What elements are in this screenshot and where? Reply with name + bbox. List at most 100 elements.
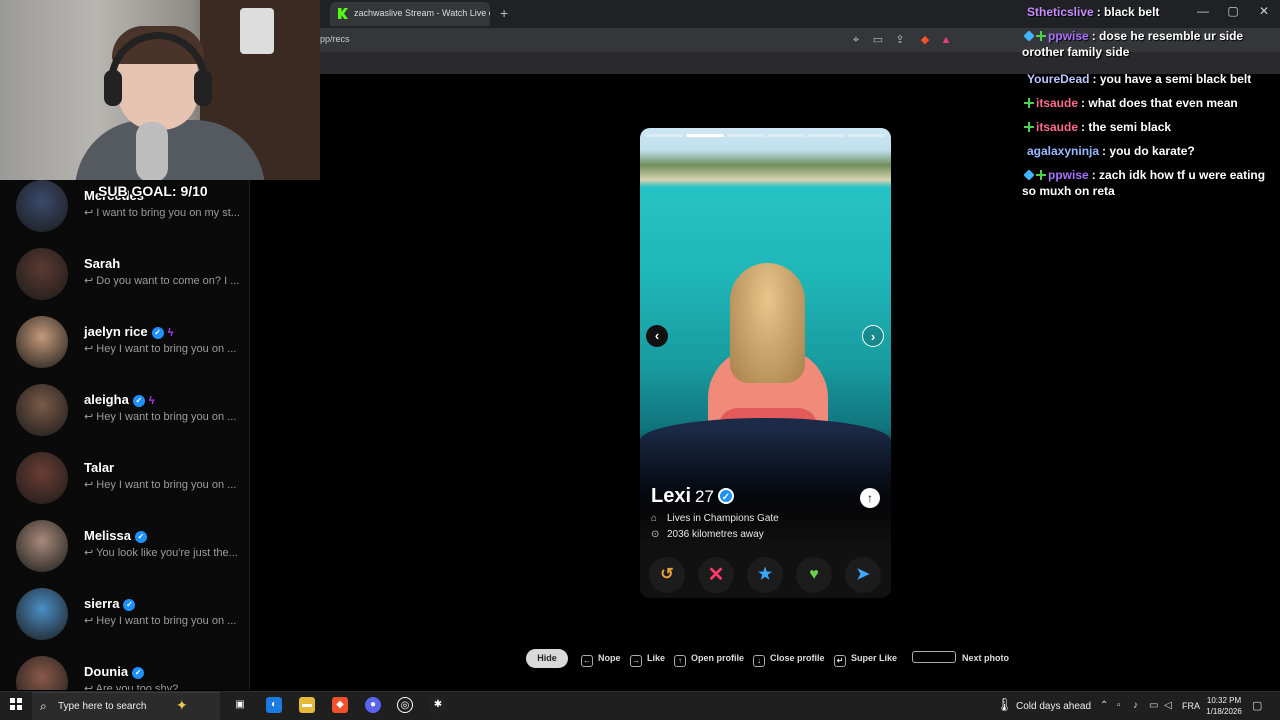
brave-shield-icon[interactable]: ◆ — [918, 33, 932, 47]
network-icon[interactable]: ▭ — [1149, 700, 1158, 711]
webcam-bottle — [240, 8, 274, 54]
rewind-button[interactable]: ↺ — [649, 557, 685, 593]
boost-button[interactable]: ➤ — [845, 557, 881, 593]
task-view-icon[interactable]: ▣ — [232, 697, 248, 713]
weather-text[interactable]: Cold days ahead — [1016, 701, 1091, 712]
microphone-tray-icon[interactable]: ♪ — [1133, 700, 1138, 711]
match-name: jaelyn rice ✓ ϟ — [84, 324, 173, 339]
match-last-message: ↩ Do you want to come on? I ... — [84, 274, 244, 287]
avatar[interactable] — [16, 316, 68, 368]
match-name: Dounia ✓ — [84, 664, 145, 679]
chat-message: ppwise: zach idk how tf u were eating so… — [1022, 167, 1280, 199]
chat-message: Stheticslive: black belt — [1022, 4, 1280, 20]
location-icon[interactable]: ⌖ — [849, 33, 863, 47]
space-key-icon — [912, 651, 956, 663]
match-name: Sarah — [84, 256, 120, 271]
reply-icon: ↩ — [84, 547, 97, 559]
verified-badge-icon: ✓ — [123, 599, 136, 611]
previous-photo-chevron-icon[interactable]: ‹ — [646, 325, 668, 347]
avatar[interactable] — [16, 520, 68, 572]
hint-like: → Like — [630, 649, 665, 668]
photo-subject-hair — [730, 263, 805, 383]
url-text: pp/recs — [320, 34, 350, 44]
enter-key-icon: ↵ — [834, 655, 846, 667]
match-item[interactable]: sierra ✓ ↩ Hey I want to bring you on ... — [0, 588, 249, 656]
gift-badge-icon — [1024, 98, 1034, 108]
match-message-text: Hey I want to bring you on ... — [96, 479, 237, 491]
match-item[interactable]: jaelyn rice ✓ ϟ ↩ Hey I want to bring you o… — [0, 316, 249, 384]
chat-username[interactable]: Stheticslive — [1027, 5, 1094, 19]
verified-badge-icon: ✓ — [134, 531, 147, 543]
match-item[interactable]: Dounia ✓ ↩ Are you too shy? — [0, 656, 249, 690]
subscriber-badge-icon — [1023, 169, 1035, 181]
notification-icon[interactable]: ▢ — [1252, 699, 1262, 712]
chat-username[interactable]: agalaxyninja — [1027, 144, 1099, 158]
discord-icon[interactable]: ● — [365, 697, 381, 713]
browser-tab[interactable]: zachwaslive Stream - Watch Live on Kick — [330, 2, 490, 26]
match-item[interactable]: Melissa ✓ ↩ You look like you're just the.… — [0, 520, 249, 588]
match-name: aleigha ✓ ϟ — [84, 392, 155, 407]
nope-button[interactable]: ✕ — [698, 557, 734, 593]
match-message-text: Hey I want to bring you on ... — [96, 615, 237, 627]
subscriber-badge-icon — [1023, 30, 1035, 42]
avatar[interactable] — [16, 656, 68, 690]
match-item[interactable]: aleigha ✓ ϟ ↩ Hey I want to bring you on ..… — [0, 384, 249, 452]
match-last-message: ↩ Hey I want to bring you on ... — [84, 342, 244, 355]
match-item[interactable]: Talar ↩ Hey I want to bring you on ... — [0, 452, 249, 520]
next-photo-chevron-icon[interactable]: › — [862, 325, 884, 347]
profile-location: ⌂ Lives in Champions Gate — [651, 513, 779, 524]
match-message-text: Hey I want to bring you on ... — [96, 343, 237, 355]
obs-icon[interactable]: ◎ — [397, 697, 413, 713]
brave-browser-icon[interactable]: ◆ — [332, 697, 348, 713]
open-profile-arrow-icon[interactable]: ↑ — [860, 488, 880, 508]
match-item[interactable]: Sarah ↩ Do you want to come on? I ... — [0, 248, 249, 316]
chat-message: ppwise: dose he resemble ur side orother… — [1022, 28, 1280, 60]
volume-icon[interactable]: ◁ — [1164, 700, 1172, 711]
thermometer-icon[interactable]: 🌡 — [996, 697, 1013, 713]
chat-username[interactable]: itsaude — [1036, 120, 1078, 134]
clock-time: 10:32 PM — [1206, 696, 1242, 705]
language-indicator[interactable]: FRA — [1182, 701, 1200, 711]
profile-name-text: Lexi — [651, 485, 692, 507]
file-explorer-icon[interactable]: ▬ — [299, 697, 315, 713]
copilot-icon[interactable]: ◐ — [266, 697, 282, 713]
chat-separator: : — [1092, 72, 1100, 86]
app-icon[interactable]: ✱ — [430, 697, 446, 713]
profile-location-text: Lives in Champions Gate — [667, 513, 779, 524]
profile-name: Lexi 27 ✓ — [651, 485, 734, 508]
chat-username[interactable]: YoureDead — [1027, 72, 1089, 86]
clock[interactable]: 10:32 PM 1/18/2026 — [1200, 695, 1248, 717]
home-icon: ⌂ — [651, 513, 658, 524]
cast-icon[interactable]: ▭ — [871, 33, 885, 47]
chat-username[interactable]: itsaude — [1036, 96, 1078, 110]
profile-card[interactable]: Lexi 27 ✓ ↑ ⌂ Lives in Champions Gate ⊙ 2036… — [640, 128, 891, 598]
match-message-text: Hey I want to bring you on ... — [96, 411, 237, 423]
match-message-text: You look like you're just the... — [96, 547, 238, 559]
avatar[interactable] — [16, 248, 68, 300]
brave-rewards-icon[interactable]: ▲ — [939, 33, 953, 47]
share-icon[interactable]: ⇪ — [893, 33, 907, 47]
avatar[interactable] — [16, 180, 68, 232]
reply-icon: ↩ — [84, 683, 96, 690]
tray-app-icon[interactable]: ▫ — [1117, 700, 1121, 711]
avatar[interactable] — [16, 588, 68, 640]
avatar[interactable] — [16, 384, 68, 436]
avatar[interactable] — [16, 452, 68, 504]
hint-nope-label: Nope — [598, 653, 621, 663]
match-name: sierra ✓ — [84, 596, 136, 611]
photo-progress-segment — [847, 134, 885, 137]
lightning-icon: ϟ — [167, 327, 174, 339]
like-button[interactable]: ♥ — [796, 557, 832, 593]
super-like-button[interactable]: ★ — [747, 557, 783, 593]
up-arrow-key-icon: ↑ — [674, 655, 686, 667]
match-name: Talar — [84, 460, 114, 475]
new-tab-button[interactable]: + — [500, 5, 508, 21]
hide-hints-button[interactable]: Hide — [526, 649, 568, 668]
windows-start-icon[interactable] — [10, 698, 22, 710]
tray-expand-icon[interactable]: ⌃ — [1100, 700, 1108, 711]
reply-icon: ↩ — [84, 479, 97, 491]
profile-distance: ⊙ 2036 kilometres away — [651, 529, 764, 540]
chat-username[interactable]: ppwise — [1048, 29, 1089, 43]
reply-icon: ↩ — [84, 275, 97, 287]
chat-username[interactable]: ppwise — [1048, 168, 1089, 182]
